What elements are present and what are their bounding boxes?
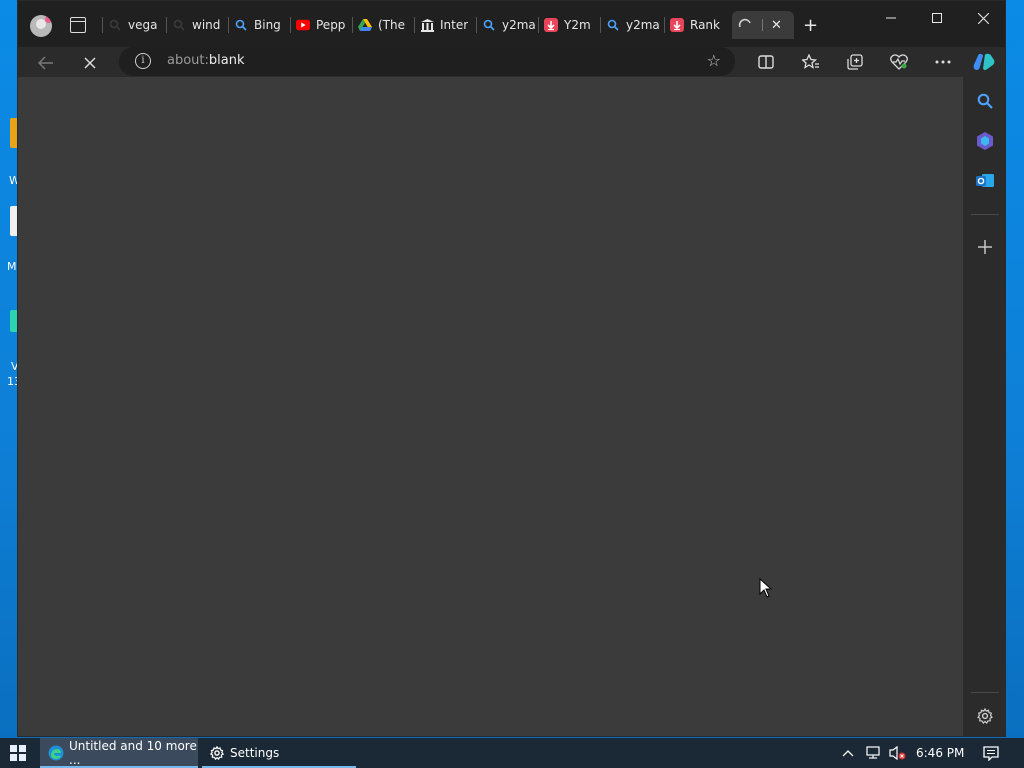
address-text[interactable]: about:blank bbox=[167, 53, 245, 68]
tab-label: Bing bbox=[254, 18, 281, 32]
maximize-icon[interactable] bbox=[922, 7, 952, 29]
close-tab-icon[interactable]: ✕ bbox=[771, 18, 782, 33]
tab-label: wind bbox=[192, 18, 221, 32]
action-center-icon[interactable] bbox=[983, 738, 999, 768]
new-tab-icon[interactable]: + bbox=[803, 15, 818, 36]
tab[interactable]: Inter bbox=[414, 13, 476, 37]
stop-loading-icon[interactable] bbox=[80, 53, 100, 73]
tab-active[interactable]: ✕ bbox=[732, 11, 794, 39]
address-bar[interactable]: i about:blank ☆ bbox=[119, 47, 735, 76]
taskbar-item-label: Settings bbox=[230, 746, 280, 760]
search-icon bbox=[172, 18, 186, 32]
close-window-icon[interactable] bbox=[968, 7, 998, 29]
tab[interactable]: Rank bbox=[664, 13, 728, 37]
taskbar-item-edge[interactable]: Untitled and 10 more ... bbox=[40, 738, 198, 768]
volume-muted-icon[interactable] bbox=[889, 738, 907, 768]
split-screen-icon[interactable] bbox=[755, 51, 777, 73]
tab[interactable]: Bing bbox=[228, 13, 290, 37]
tab-label: Rank bbox=[690, 18, 720, 32]
search-icon bbox=[234, 18, 248, 32]
tab-label: Pepp bbox=[316, 18, 346, 32]
desktop-icon[interactable]: M bbox=[0, 206, 18, 273]
windows-start-icon[interactable] bbox=[10, 745, 26, 761]
profile-avatar[interactable] bbox=[30, 15, 52, 37]
tab[interactable]: (The bbox=[352, 13, 414, 37]
search-icon bbox=[606, 18, 620, 32]
minimize-icon[interactable] bbox=[876, 7, 906, 29]
add-icon[interactable] bbox=[975, 237, 995, 257]
desktop-icon[interactable]: W bbox=[0, 118, 20, 187]
tab[interactable]: y2ma bbox=[476, 13, 538, 37]
favorites-icon[interactable] bbox=[800, 51, 822, 73]
gear-icon[interactable] bbox=[975, 706, 995, 726]
download-icon bbox=[670, 18, 684, 32]
taskbar-item-label: Untitled and 10 more ... bbox=[69, 739, 197, 767]
collections-icon[interactable] bbox=[844, 51, 866, 73]
page-content[interactable] bbox=[18, 77, 963, 736]
edge-icon bbox=[48, 745, 64, 761]
sidebar-divider bbox=[971, 692, 999, 693]
navigation-toolbar: i about:blank ☆ bbox=[18, 47, 1005, 77]
tab[interactable]: vega bbox=[102, 13, 164, 37]
tab-label: (The bbox=[378, 18, 405, 32]
favorite-star-icon[interactable]: ☆ bbox=[707, 51, 721, 70]
google-drive-icon bbox=[358, 18, 372, 32]
browser-window: vega wind Bing Pepp (The Inter y2ma Y2m … bbox=[17, 0, 1006, 737]
taskbar-item-settings[interactable]: Settings bbox=[202, 738, 356, 768]
tab-label: vega bbox=[128, 18, 158, 32]
office-icon[interactable] bbox=[975, 131, 995, 151]
search-icon[interactable] bbox=[975, 91, 995, 111]
copilot-icon[interactable] bbox=[973, 51, 995, 73]
tab[interactable]: Y2m bbox=[538, 13, 600, 37]
youtube-icon bbox=[296, 18, 310, 32]
more-options-icon[interactable] bbox=[932, 51, 954, 73]
tab-label: Y2m bbox=[564, 18, 591, 32]
tab-label-divider bbox=[762, 19, 763, 31]
outlook-icon[interactable] bbox=[975, 171, 995, 191]
desktop-icon[interactable]: V 13 bbox=[0, 310, 21, 388]
desktop-icon-label: M bbox=[7, 260, 17, 273]
tab[interactable]: y2ma bbox=[600, 13, 662, 37]
network-icon[interactable] bbox=[865, 738, 883, 768]
site-info-icon[interactable]: i bbox=[135, 53, 151, 69]
gear-icon bbox=[210, 746, 224, 760]
search-icon bbox=[108, 18, 122, 32]
sidebar bbox=[963, 77, 1005, 736]
sidebar-divider bbox=[971, 214, 999, 215]
loading-icon bbox=[738, 18, 752, 32]
system-clock[interactable]: 6:46 PM bbox=[916, 746, 964, 760]
tab-label: Inter bbox=[440, 18, 469, 32]
download-icon bbox=[544, 18, 558, 32]
tab-actions-icon[interactable] bbox=[70, 17, 86, 33]
tab-strip: vega wind Bing Pepp (The Inter y2ma Y2m … bbox=[18, 1, 1005, 47]
tab-label: y2ma bbox=[626, 18, 660, 32]
tab[interactable]: wind bbox=[166, 13, 228, 37]
archive-icon bbox=[420, 18, 434, 32]
tab[interactable]: Pepp bbox=[290, 13, 352, 37]
mouse-cursor-icon bbox=[759, 577, 773, 601]
tab-label: y2ma bbox=[502, 18, 536, 32]
taskbar: Untitled and 10 more ... Settings 6:46 P… bbox=[0, 738, 1024, 768]
search-icon bbox=[482, 18, 496, 32]
back-icon[interactable] bbox=[36, 53, 56, 73]
browser-essentials-icon[interactable] bbox=[888, 51, 910, 73]
show-hidden-icons-icon[interactable] bbox=[842, 738, 854, 768]
